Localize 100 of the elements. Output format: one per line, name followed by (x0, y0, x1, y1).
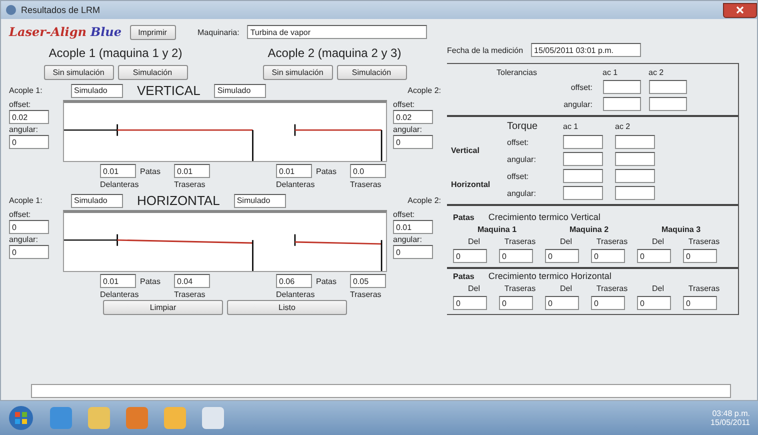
coupling-label: Acople 1: (9, 196, 44, 205)
torque-field[interactable] (563, 169, 603, 183)
row-label: angular: (562, 100, 594, 108)
front-label: Delanteras (100, 290, 140, 299)
tolerance-field[interactable] (648, 80, 686, 94)
mode-field[interactable]: Simulado (71, 194, 123, 208)
mode-field[interactable]: Simulado (214, 84, 266, 98)
column-header: Traseras (595, 237, 629, 246)
column-header: Del (466, 284, 481, 293)
tolerance-field[interactable] (648, 97, 686, 111)
thermal-field[interactable]: 0 (637, 249, 671, 263)
thermal-title: Crecimiento termico Vertical (488, 212, 600, 222)
tolerance-field[interactable] (602, 80, 640, 94)
view-title: HORIZONTAL (136, 193, 221, 208)
offset-label: offset: (9, 210, 32, 219)
torque-field[interactable] (563, 186, 603, 200)
window-title: Resultados de LRM (21, 5, 102, 15)
coupling-title: Acople 1 (maquina 1 y 2) (48, 46, 182, 60)
angular-field[interactable]: 0 (9, 245, 49, 259)
front-label: Delanteras (100, 180, 140, 189)
rear-label: Traseras (174, 290, 206, 299)
row-label: angular: (507, 154, 537, 164)
column-header: ac 2 (615, 122, 632, 131)
offset-field[interactable]: 0 (9, 220, 49, 234)
rear-feet-field[interactable]: 0.05 (350, 274, 386, 288)
feet-label: Patas (316, 166, 338, 176)
angular-field[interactable]: 0 (9, 135, 49, 149)
date-field[interactable]: 15/05/2011 03:01 p.m. (531, 43, 642, 57)
simulation-button[interactable]: Sin simulación (44, 64, 114, 80)
column-header: Del (650, 237, 665, 246)
offset-label: offset: (393, 100, 416, 109)
torque-field[interactable] (615, 152, 655, 166)
torque-field[interactable] (615, 186, 655, 200)
offset-label: offset: (393, 210, 416, 219)
front-feet-field[interactable]: 0.01 (276, 164, 312, 178)
column-header: Traseras (595, 284, 629, 293)
thermal-field[interactable]: 0 (453, 296, 487, 310)
column-header: Del (558, 237, 573, 246)
angular-label: angular: (9, 125, 39, 134)
front-feet-field[interactable]: 0.06 (276, 274, 312, 288)
column-header: Traseras (687, 284, 721, 293)
close-button[interactable] (723, 2, 757, 18)
status-field[interactable] (31, 384, 731, 398)
column-header: ac 2 (648, 68, 665, 77)
group-label: Vertical (451, 146, 480, 155)
feet-label: Patas (316, 276, 338, 286)
front-label: Delanteras (276, 180, 316, 189)
simulation-button[interactable]: Sin simulación (262, 64, 332, 80)
clock-time: 03:48 p.m. (712, 409, 750, 418)
torque-title: Torque (507, 121, 539, 132)
clock-date: 15/05/2011 (710, 418, 750, 427)
torque-field[interactable] (615, 169, 655, 183)
thermal-field[interactable]: 0 (637, 296, 671, 310)
feet-label: Patas (453, 272, 474, 280)
offset-field[interactable]: 0.02 (393, 110, 433, 124)
action-button[interactable]: Limpiar (103, 300, 223, 314)
rear-feet-field[interactable]: 0.04 (174, 274, 210, 288)
machine-header: Maquina 1 (476, 225, 518, 234)
row-label: angular: (507, 188, 537, 198)
thermal-field[interactable]: 0 (591, 296, 625, 310)
tolerance-field[interactable] (602, 97, 640, 111)
rear-feet-field[interactable]: 0.0 (350, 164, 386, 178)
thermal-field[interactable]: 0 (453, 249, 487, 263)
front-feet-field[interactable]: 0.01 (100, 164, 136, 178)
thermal-field[interactable]: 0 (683, 249, 717, 263)
torque-field[interactable] (615, 135, 655, 149)
simulation-button[interactable]: Simulación (336, 64, 406, 80)
torque-field[interactable] (563, 135, 603, 149)
thermal-field[interactable]: 0 (545, 296, 579, 310)
offset-field[interactable]: 0.02 (9, 110, 49, 124)
row-label: offset: (570, 82, 594, 92)
offset-label: offset: (9, 100, 32, 109)
coupling-label: Acople 1: (9, 86, 44, 95)
column-header: Del (650, 284, 665, 293)
angular-label: angular: (9, 235, 39, 244)
mode-field[interactable]: Simulado (234, 194, 286, 208)
rear-label: Traseras (350, 290, 382, 299)
simulation-button[interactable]: Simulación (118, 64, 188, 80)
action-button[interactable]: Listo (227, 300, 347, 314)
thermal-field[interactable]: 0 (499, 296, 533, 310)
torque-field[interactable] (563, 152, 603, 166)
angular-field[interactable]: 0 (393, 135, 433, 149)
thermal-field[interactable]: 0 (591, 249, 625, 263)
mode-field[interactable]: Simulado (71, 84, 123, 98)
angular-field[interactable]: 0 (393, 245, 433, 259)
thermal-field[interactable]: 0 (545, 249, 579, 263)
front-feet-field[interactable]: 0.01 (100, 274, 136, 288)
logo-text: Laser-Align (9, 25, 86, 39)
column-header: Traseras (503, 284, 537, 293)
feet-label: Patas (140, 276, 162, 286)
rear-feet-field[interactable]: 0.01 (174, 164, 210, 178)
start-button[interactable] (8, 405, 34, 431)
thermal-field[interactable]: 0 (499, 249, 533, 263)
machine-header: Maquina 2 (568, 225, 610, 234)
print-button[interactable]: Imprimir (130, 24, 176, 40)
tolerances-title: Tolerancias (496, 68, 538, 77)
machine-field[interactable]: Turbina de vapor (247, 25, 428, 39)
offset-field[interactable]: 0.01 (393, 220, 433, 234)
thermal-field[interactable]: 0 (683, 296, 717, 310)
column-header: ac 1 (563, 122, 580, 131)
